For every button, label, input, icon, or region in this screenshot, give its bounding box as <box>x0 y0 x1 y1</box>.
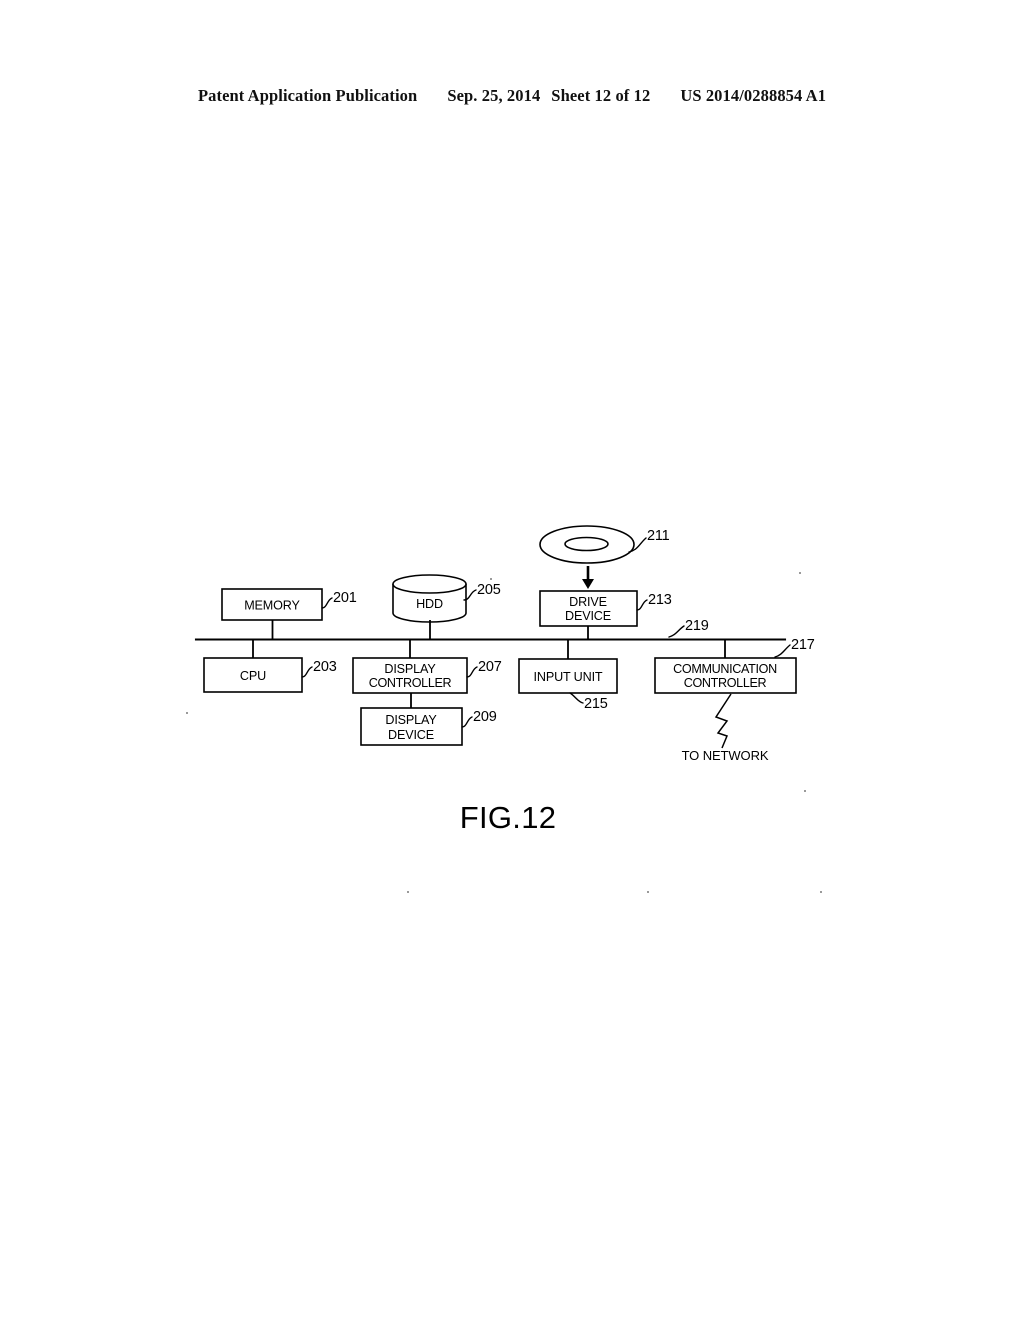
communication-controller-label-line1: COMMUNICATION <box>673 662 777 676</box>
hdd-ref: 205 <box>477 582 501 598</box>
disc-ref: 211 <box>647 528 670 544</box>
input-unit-ref: 215 <box>584 696 608 712</box>
hdd-label: HDD <box>416 597 443 611</box>
to-network-label: TO NETWORK <box>682 748 769 763</box>
display-controller-block: DISPLAY CONTROLLER <box>352 657 468 694</box>
memory-ref-leader <box>321 597 333 609</box>
drive-device-label-line2: DEVICE <box>565 609 611 623</box>
memory-label: MEMORY <box>244 599 300 613</box>
communication-controller-label-line2: CONTROLLER <box>684 676 767 690</box>
disc-insert-arrow <box>582 566 594 589</box>
figure-caption: FIG.12 <box>460 800 557 835</box>
cpu-block: CPU <box>203 657 303 693</box>
memory-block: MEMORY <box>221 588 323 621</box>
input-unit-block: INPUT UNIT <box>518 658 618 694</box>
display-device-label-line1: DISPLAY <box>385 713 437 727</box>
figure-12: MEMORY 201 CPU 203 HDD 205 DISPLAY CONTR… <box>0 0 1024 1320</box>
display-controller-label-line1: DISPLAY <box>384 662 436 676</box>
network-lightning-icon <box>714 693 732 749</box>
display-controller-label-line2: CONTROLLER <box>369 676 452 690</box>
display-device-ref-leader <box>461 716 473 728</box>
communication-controller-ref: 217 <box>791 637 815 653</box>
input-unit-ref-leader <box>569 692 584 704</box>
display-controller-ref: 207 <box>478 659 502 675</box>
removable-disc <box>539 525 635 564</box>
display-device-label-line2: DEVICE <box>388 728 434 742</box>
display-controller-ref-leader <box>466 666 478 678</box>
bus-ref: 219 <box>685 618 709 634</box>
display-device-ref: 209 <box>473 709 497 725</box>
bus-ref-leader <box>668 625 685 638</box>
cpu-ref: 203 <box>313 659 337 675</box>
patent-page: Patent Application Publication Sep. 25, 2… <box>0 0 1024 1320</box>
communication-controller-ref-leader <box>774 644 791 658</box>
display-device-block: DISPLAY DEVICE <box>360 707 463 746</box>
disc-inner-hole <box>564 536 609 552</box>
drive-device-block: DRIVE DEVICE <box>539 590 638 627</box>
hdd-block: HDD <box>392 574 467 623</box>
cpu-ref-leader <box>301 666 313 678</box>
drive-device-ref: 213 <box>648 592 672 608</box>
memory-ref: 201 <box>333 590 357 606</box>
drive-device-ref-leader <box>636 599 648 611</box>
input-unit-label: INPUT UNIT <box>534 670 603 684</box>
drive-device-label-line1: DRIVE <box>569 595 607 609</box>
communication-controller-block: COMMUNICATION CONTROLLER <box>654 657 797 694</box>
cpu-label: CPU <box>240 669 266 683</box>
hdd-cylinder-top <box>392 574 467 594</box>
